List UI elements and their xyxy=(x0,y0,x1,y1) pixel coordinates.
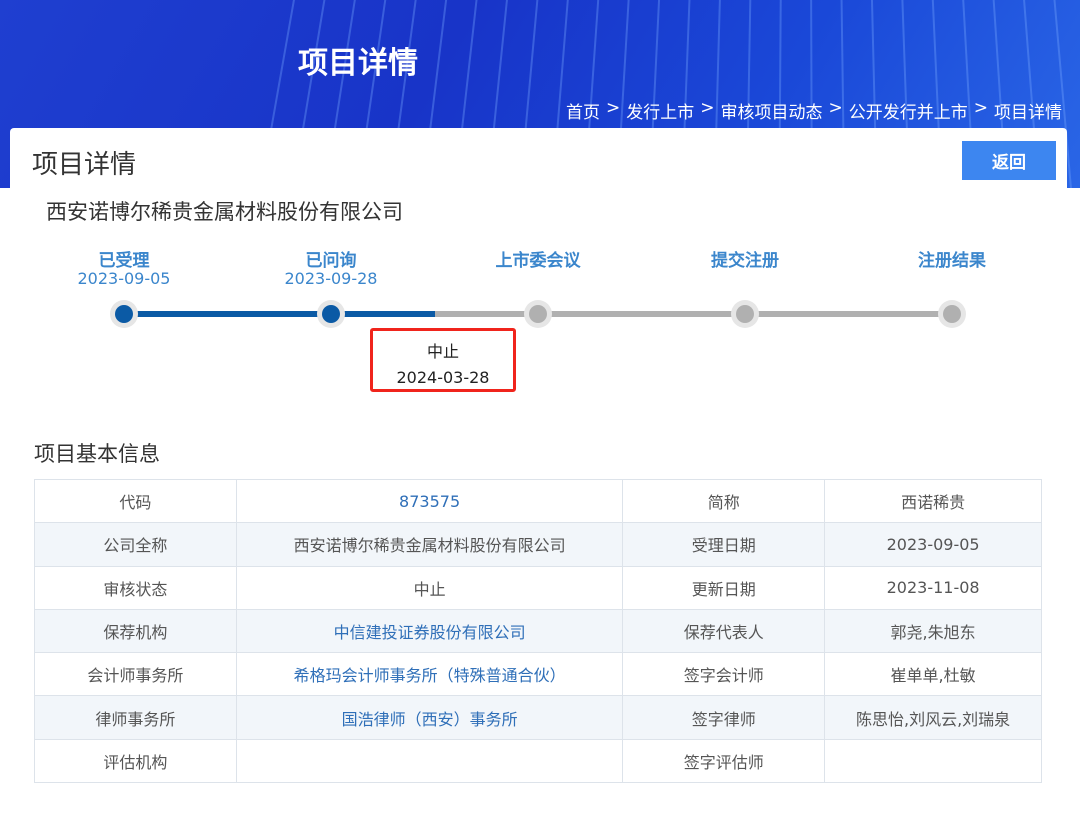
breadcrumb-item[interactable]: 公开发行并上市 xyxy=(849,98,968,123)
field-label: 保荐代表人 xyxy=(622,608,826,654)
field-label: 评估机构 xyxy=(34,738,237,784)
banner-title: 项目详情 xyxy=(298,46,418,81)
breadcrumb-separator: > xyxy=(700,98,715,118)
field-value xyxy=(824,738,1042,784)
field-value xyxy=(235,738,624,784)
breadcrumb-separator: > xyxy=(606,98,621,118)
status-tooltip: 中止 2024-03-28 xyxy=(370,328,516,392)
step-dot xyxy=(110,300,138,328)
breadcrumb-item[interactable]: 发行上市 xyxy=(626,98,694,123)
field-value: 崔单单,杜敏 xyxy=(824,652,1042,697)
breadcrumb-separator: > xyxy=(828,98,843,118)
field-label: 受理日期 xyxy=(622,522,826,567)
back-button[interactable]: 返回 xyxy=(962,141,1056,180)
field-label: 审核状态 xyxy=(34,565,237,610)
field-value: 西安诺博尔稀贵金属材料股份有限公司 xyxy=(235,522,624,567)
step-dot-inner xyxy=(943,305,961,323)
step-label: 已受理 xyxy=(98,251,150,271)
field-link[interactable]: 希格玛会计师事务所（特殊普通合伙） xyxy=(294,666,566,685)
progress-line-done xyxy=(124,311,435,317)
field-value: 陈思怡,刘风云,刘瑞泉 xyxy=(824,695,1042,740)
field-label: 会计师事务所 xyxy=(34,652,237,697)
table-row: 律师事务所 国浩律师（西安）事务所 签字律师 陈思怡,刘风云,刘瑞泉 xyxy=(34,695,1042,740)
table-row: 保荐机构 中信建投证券股份有限公司 保荐代表人 郭尧,朱旭东 xyxy=(34,608,1042,654)
field-value: 西诺稀贵 xyxy=(824,478,1042,524)
status-date: 2024-03-28 xyxy=(396,368,490,387)
field-label: 简称 xyxy=(622,478,826,524)
breadcrumb-separator: > xyxy=(973,98,988,118)
breadcrumb-item[interactable]: 首页 xyxy=(566,98,600,123)
table-row: 审核状态 中止 更新日期 2023-11-08 xyxy=(34,565,1042,610)
step-dot-inner xyxy=(322,305,340,323)
field-label: 签字评估师 xyxy=(622,738,826,784)
field-label: 律师事务所 xyxy=(34,695,237,740)
page-title: 项目详情 xyxy=(32,150,137,180)
field-link[interactable]: 国浩律师（西安）事务所 xyxy=(342,710,518,729)
step-dot xyxy=(317,300,345,328)
field-value: 2023-09-05 xyxy=(824,522,1042,567)
breadcrumb: 首页 > 发行上市 > 审核项目动态 > 公开发行并上市 > 项目详情 xyxy=(566,98,1062,123)
info-table: 代码 873575 简称 西诺稀贵 公司全称 西安诺博尔稀贵金属材料股份有限公司 受理日期 2… xyxy=(34,478,1042,784)
field-label: 签字会计师 xyxy=(622,652,826,697)
step-dot xyxy=(524,300,552,328)
breadcrumb-item[interactable]: 审核项目动态 xyxy=(721,98,823,123)
detail-card: 项目详情 返回 西安诺博尔稀贵金属材料股份有限公司 已受理 2023-09-05 已… xyxy=(10,128,1067,828)
step-dot xyxy=(731,300,759,328)
step-dot-inner xyxy=(115,305,133,323)
company-name: 西安诺博尔稀贵金属材料股份有限公司 xyxy=(46,200,403,224)
field-value: 国浩律师（西安）事务所 xyxy=(235,695,624,740)
field-link[interactable]: 873575 xyxy=(399,492,460,511)
field-link[interactable]: 中信建投证券股份有限公司 xyxy=(334,623,526,642)
section-title: 项目基本信息 xyxy=(34,442,160,466)
field-label: 公司全称 xyxy=(34,522,237,567)
step-label: 上市委会议 xyxy=(495,251,581,271)
field-value: 中信建投证券股份有限公司 xyxy=(235,608,624,654)
field-label: 代码 xyxy=(34,478,237,524)
step-dot-inner xyxy=(736,305,754,323)
step-label: 已问询 xyxy=(305,251,357,271)
table-row: 会计师事务所 希格玛会计师事务所（特殊普通合伙） 签字会计师 崔单单,杜敏 xyxy=(34,652,1042,697)
table-row: 评估机构 签字评估师 xyxy=(34,738,1042,784)
table-row: 公司全称 西安诺博尔稀贵金属材料股份有限公司 受理日期 2023-09-05 xyxy=(34,522,1042,567)
field-value: 希格玛会计师事务所（特殊普通合伙） xyxy=(235,652,624,697)
step-label: 注册结果 xyxy=(918,251,986,271)
step-date: 2023-09-28 xyxy=(284,269,378,288)
step-label: 提交注册 xyxy=(711,251,779,271)
field-label: 签字律师 xyxy=(622,695,826,740)
step-date: 2023-09-05 xyxy=(77,269,171,288)
table-row: 代码 873575 简称 西诺稀贵 xyxy=(34,478,1042,524)
step-dot xyxy=(938,300,966,328)
field-value: 中止 xyxy=(235,565,624,610)
field-value: 郭尧,朱旭东 xyxy=(824,608,1042,654)
step-dot-inner xyxy=(529,305,547,323)
field-label: 更新日期 xyxy=(622,565,826,610)
field-value: 873575 xyxy=(235,478,624,524)
field-label: 保荐机构 xyxy=(34,608,237,654)
breadcrumb-item: 项目详情 xyxy=(994,103,1062,123)
status-text: 中止 xyxy=(426,342,459,361)
field-value: 2023-11-08 xyxy=(824,565,1042,610)
